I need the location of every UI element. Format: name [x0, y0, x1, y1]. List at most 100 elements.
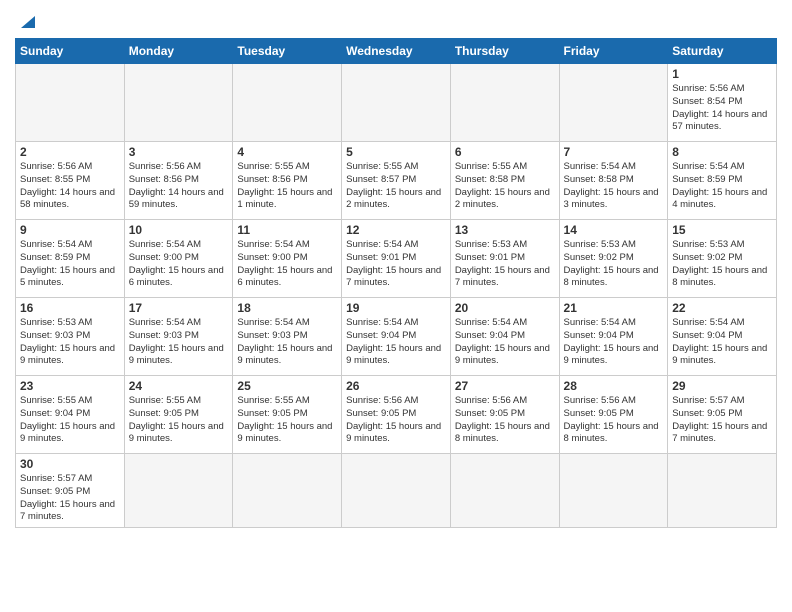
day-number: 20: [455, 301, 555, 315]
calendar-cell: 6 Sunrise: 5:55 AMSunset: 8:58 PMDaylight…: [450, 142, 559, 220]
day-number: 26: [346, 379, 446, 393]
calendar-cell: 7 Sunrise: 5:54 AMSunset: 8:58 PMDaylight…: [559, 142, 668, 220]
calendar-cell: 11Sunrise: 5:54 AMSunset: 9:00 PMDayligh…: [233, 220, 342, 298]
calendar-cell: 10 Sunrise: 5:54 AMSunset: 9:00 PMDayligh…: [124, 220, 233, 298]
calendar-cell: 5 Sunrise: 5:55 AMSunset: 8:57 PMDaylight…: [342, 142, 451, 220]
header: [15, 10, 777, 32]
day-number: 11: [237, 223, 337, 237]
calendar-cell: 12 Sunrise: 5:54 AMSunset: 9:01 PMDayligh…: [342, 220, 451, 298]
calendar-cell: 30Sunrise: 5:57 AMSunset: 9:05 PMDayligh…: [16, 454, 125, 528]
calendar-cell: [233, 454, 342, 528]
logo-area: [15, 10, 41, 32]
day-info: Sunrise: 5:57 AMSunset: 9:05 PMDaylight:…: [20, 473, 120, 524]
day-number: 12: [346, 223, 446, 237]
calendar-cell: 15 Sunrise: 5:53 AMSunset: 9:02 PMDayligh…: [668, 220, 777, 298]
day-info: Sunrise: 5:56 AMSunset: 8:56 PMDaylight:…: [129, 161, 229, 212]
calendar-cell: 8Sunrise: 5:54 AMSunset: 8:59 PMDaylight…: [668, 142, 777, 220]
day-number: 24: [129, 379, 229, 393]
calendar-cell: 27Sunrise: 5:56 AMSunset: 9:05 PMDayligh…: [450, 376, 559, 454]
calendar-cell: [559, 64, 668, 142]
day-number: 25: [237, 379, 337, 393]
day-number: 27: [455, 379, 555, 393]
calendar-cell: 3 Sunrise: 5:56 AMSunset: 8:56 PMDaylight…: [124, 142, 233, 220]
calendar-cell: 23Sunrise: 5:55 AMSunset: 9:04 PMDayligh…: [16, 376, 125, 454]
day-info: Sunrise: 5:54 AMSunset: 8:58 PMDaylight:…: [564, 161, 664, 212]
calendar-table: SundayMondayTuesdayWednesdayThursdayFrid…: [15, 38, 777, 528]
day-number: 17: [129, 301, 229, 315]
weekday-header-tuesday: Tuesday: [233, 39, 342, 64]
calendar-cell: 28 Sunrise: 5:56 AMSunset: 9:05 PMDayligh…: [559, 376, 668, 454]
calendar-cell: 22Sunrise: 5:54 AMSunset: 9:04 PMDayligh…: [668, 298, 777, 376]
week-row-6: 30Sunrise: 5:57 AMSunset: 9:05 PMDayligh…: [16, 454, 777, 528]
day-info: Sunrise: 5:54 AMSunset: 9:01 PMDaylight:…: [346, 239, 446, 290]
day-info: Sunrise: 5:54 AMSunset: 9:04 PMDaylight:…: [455, 317, 555, 368]
week-row-2: 2Sunrise: 5:56 AMSunset: 8:55 PMDaylight…: [16, 142, 777, 220]
day-info: Sunrise: 5:55 AMSunset: 8:58 PMDaylight:…: [455, 161, 555, 212]
weekday-header-sunday: Sunday: [16, 39, 125, 64]
day-number: 3: [129, 145, 229, 159]
calendar-cell: [233, 64, 342, 142]
day-info: Sunrise: 5:55 AMSunset: 9:05 PMDaylight:…: [237, 395, 337, 446]
day-info: Sunrise: 5:53 AMSunset: 9:02 PMDaylight:…: [564, 239, 664, 290]
calendar-cell: 26 Sunrise: 5:56 AMSunset: 9:05 PMDayligh…: [342, 376, 451, 454]
calendar-cell: 14Sunrise: 5:53 AMSunset: 9:02 PMDayligh…: [559, 220, 668, 298]
calendar-cell: [450, 64, 559, 142]
calendar-cell: [342, 64, 451, 142]
week-row-5: 23Sunrise: 5:55 AMSunset: 9:04 PMDayligh…: [16, 376, 777, 454]
weekday-header-wednesday: Wednesday: [342, 39, 451, 64]
day-number: 18: [237, 301, 337, 315]
day-info: Sunrise: 5:53 AMSunset: 9:02 PMDaylight:…: [672, 239, 772, 290]
day-number: 6: [455, 145, 555, 159]
day-info: Sunrise: 5:55 AMSunset: 9:04 PMDaylight:…: [20, 395, 120, 446]
day-info: Sunrise: 5:57 AMSunset: 9:05 PMDaylight:…: [672, 395, 772, 446]
logo-icon: [17, 10, 39, 32]
day-info: Sunrise: 5:55 AMSunset: 9:05 PMDaylight:…: [129, 395, 229, 446]
calendar-cell: [124, 454, 233, 528]
day-info: Sunrise: 5:55 AMSunset: 8:57 PMDaylight:…: [346, 161, 446, 212]
calendar-cell: [559, 454, 668, 528]
day-info: Sunrise: 5:54 AMSunset: 9:00 PMDaylight:…: [129, 239, 229, 290]
day-info: Sunrise: 5:56 AMSunset: 8:54 PMDaylight:…: [672, 83, 772, 134]
day-number: 5: [346, 145, 446, 159]
calendar-cell: 2Sunrise: 5:56 AMSunset: 8:55 PMDaylight…: [16, 142, 125, 220]
calendar-cell: 4 Sunrise: 5:55 AMSunset: 8:56 PMDaylight…: [233, 142, 342, 220]
calendar-cell: 18Sunrise: 5:54 AMSunset: 9:03 PMDayligh…: [233, 298, 342, 376]
calendar-cell: 20 Sunrise: 5:54 AMSunset: 9:04 PMDayligh…: [450, 298, 559, 376]
day-info: Sunrise: 5:54 AMSunset: 9:03 PMDaylight:…: [129, 317, 229, 368]
day-info: Sunrise: 5:53 AMSunset: 9:03 PMDaylight:…: [20, 317, 120, 368]
day-number: 29: [672, 379, 772, 393]
day-info: Sunrise: 5:56 AMSunset: 9:05 PMDaylight:…: [346, 395, 446, 446]
day-number: 15: [672, 223, 772, 237]
day-number: 2: [20, 145, 120, 159]
calendar-cell: 1Sunrise: 5:56 AMSunset: 8:54 PMDaylight…: [668, 64, 777, 142]
calendar-cell: 17 Sunrise: 5:54 AMSunset: 9:03 PMDayligh…: [124, 298, 233, 376]
day-info: Sunrise: 5:54 AMSunset: 9:04 PMDaylight:…: [346, 317, 446, 368]
day-number: 28: [564, 379, 664, 393]
weekday-header-monday: Monday: [124, 39, 233, 64]
calendar-cell: 21Sunrise: 5:54 AMSunset: 9:04 PMDayligh…: [559, 298, 668, 376]
calendar-cell: 25 Sunrise: 5:55 AMSunset: 9:05 PMDayligh…: [233, 376, 342, 454]
calendar-cell: 29 Sunrise: 5:57 AMSunset: 9:05 PMDayligh…: [668, 376, 777, 454]
weekday-header-thursday: Thursday: [450, 39, 559, 64]
day-info: Sunrise: 5:56 AMSunset: 9:05 PMDaylight:…: [564, 395, 664, 446]
weekday-header-friday: Friday: [559, 39, 668, 64]
calendar-cell: 24 Sunrise: 5:55 AMSunset: 9:05 PMDayligh…: [124, 376, 233, 454]
day-info: Sunrise: 5:54 AMSunset: 9:04 PMDaylight:…: [564, 317, 664, 368]
day-info: Sunrise: 5:54 AMSunset: 8:59 PMDaylight:…: [20, 239, 120, 290]
weekday-header-saturday: Saturday: [668, 39, 777, 64]
day-number: 9: [20, 223, 120, 237]
day-info: Sunrise: 5:55 AMSunset: 8:56 PMDaylight:…: [237, 161, 337, 212]
calendar-page: SundayMondayTuesdayWednesdayThursdayFrid…: [0, 0, 792, 612]
calendar-cell: [342, 454, 451, 528]
day-number: 4: [237, 145, 337, 159]
day-number: 16: [20, 301, 120, 315]
logo: [15, 10, 41, 32]
calendar-cell: 9 Sunrise: 5:54 AMSunset: 8:59 PMDaylight…: [16, 220, 125, 298]
week-row-4: 16 Sunrise: 5:53 AMSunset: 9:03 PMDayligh…: [16, 298, 777, 376]
day-number: 7: [564, 145, 664, 159]
day-info: Sunrise: 5:53 AMSunset: 9:01 PMDaylight:…: [455, 239, 555, 290]
calendar-cell: 13Sunrise: 5:53 AMSunset: 9:01 PMDayligh…: [450, 220, 559, 298]
calendar-cell: 16 Sunrise: 5:53 AMSunset: 9:03 PMDayligh…: [16, 298, 125, 376]
day-info: Sunrise: 5:54 AMSunset: 9:04 PMDaylight:…: [672, 317, 772, 368]
day-number: 10: [129, 223, 229, 237]
